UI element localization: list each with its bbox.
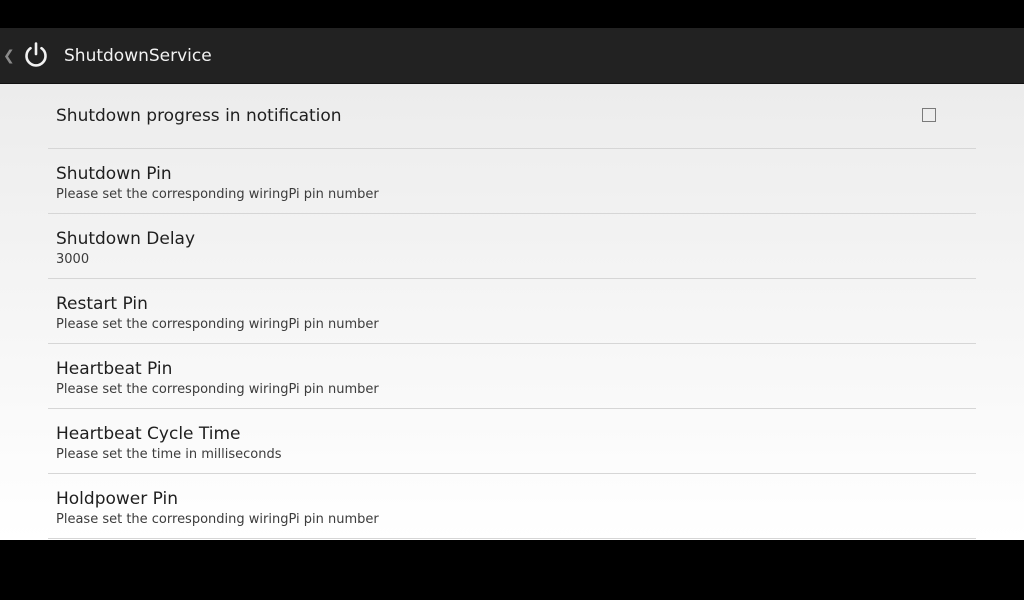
navigation-bar: [0, 540, 1024, 600]
pref-summary: Please set the corresponding wiringPi pi…: [56, 317, 379, 332]
pref-title: Shutdown Pin: [56, 164, 172, 184]
pref-summary: 3000: [56, 252, 90, 267]
pref-shutdown-progress-notification[interactable]: Shutdown progress in notification: [48, 84, 976, 149]
pref-heartbeat-cycle-time[interactable]: Heartbeat Cycle Time Please set the time…: [48, 409, 976, 474]
pref-shutdown-pin[interactable]: Shutdown Pin Please set the correspondin…: [48, 149, 976, 214]
pref-title: Shutdown progress in notification: [56, 106, 342, 126]
notification-checkbox[interactable]: [922, 108, 936, 122]
pref-heartbeat-pin[interactable]: Heartbeat Pin Please set the correspondi…: [48, 344, 976, 409]
pref-summary: Please set the corresponding wiringPi pi…: [56, 187, 379, 202]
preferences-screen: Shutdown progress in notification Shutdo…: [0, 84, 1024, 540]
chevron-left-icon: ❮: [3, 48, 15, 64]
pref-restart-pin[interactable]: Restart Pin Please set the corresponding…: [48, 279, 976, 344]
pref-title: Shutdown Delay: [56, 229, 196, 249]
pref-title: Holdpower Pin: [56, 489, 179, 509]
app-title: ShutdownService: [64, 46, 212, 66]
status-bar: [0, 0, 1024, 28]
pref-shutdown-delay[interactable]: Shutdown Delay 3000: [48, 214, 976, 279]
pref-summary: Please set the corresponding wiringPi pi…: [56, 512, 379, 527]
pref-holdpower-pin[interactable]: Holdpower Pin Please set the correspondi…: [48, 474, 976, 539]
preference-list: Shutdown progress in notification Shutdo…: [48, 84, 976, 539]
pref-title: Restart Pin: [56, 294, 148, 314]
pref-title: Heartbeat Cycle Time: [56, 424, 241, 444]
action-bar: ❮ ShutdownService: [0, 28, 1024, 84]
pref-summary: Please set the corresponding wiringPi pi…: [56, 382, 379, 397]
power-icon: [25, 42, 47, 67]
pref-title: Heartbeat Pin: [56, 359, 173, 379]
up-button[interactable]: ❮: [0, 28, 56, 84]
pref-summary: Please set the time in milliseconds: [56, 447, 282, 462]
